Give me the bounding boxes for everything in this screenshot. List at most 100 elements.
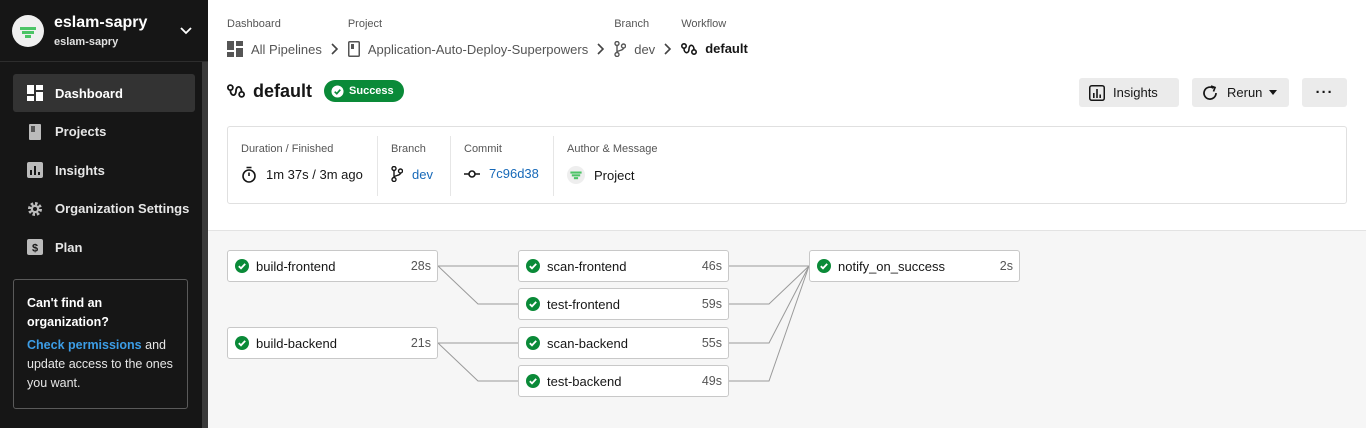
breadcrumb-project-label: Project — [347, 18, 383, 30]
check-circle-icon — [817, 259, 831, 273]
more-actions-button[interactable]: ··· — [1302, 78, 1347, 107]
sidebar-item-label: Projects — [55, 124, 107, 139]
job-build-backend[interactable]: build-backend 21s — [227, 327, 438, 359]
insights-icon — [27, 162, 43, 178]
projects-icon — [27, 123, 43, 140]
job-build-frontend[interactable]: build-frontend 28s — [227, 250, 438, 282]
duration-label: Duration / Finished — [241, 143, 334, 155]
main-content: Dashboard All Pipelines Project Applicat… — [208, 0, 1366, 428]
breadcrumb-workflow-value: default — [705, 41, 748, 56]
job-duration: 59s — [701, 297, 722, 311]
sidebar-nav: Dashboard Projects Insights Organization… — [0, 62, 208, 266]
workflow-summary: Duration / Finished 1m 37s / 3m ago Bran… — [227, 126, 1347, 204]
job-name: test-frontend — [547, 296, 620, 312]
breadcrumb-workflow: default — [681, 41, 748, 56]
gear-icon — [27, 201, 43, 217]
commit-link[interactable]: 7c96d38 — [489, 166, 539, 181]
dashboard-icon — [27, 85, 43, 101]
sidebar-item-label: Organization Settings — [55, 201, 190, 216]
job-notify-on-success[interactable]: notify_on_success 2s — [809, 250, 1020, 282]
job-name: test-backend — [547, 373, 622, 389]
breadcrumb-branch[interactable]: dev — [614, 41, 655, 57]
job-test-backend[interactable]: test-backend 49s — [518, 365, 729, 397]
duration-value: 1m 37s / 3m ago — [266, 167, 363, 182]
sidebar-item-plan[interactable]: $ Plan — [13, 228, 195, 266]
breadcrumb-branch-label: Branch — [614, 18, 650, 30]
job-duration: 55s — [701, 336, 722, 350]
org-help-title: Can't find an organization? — [27, 296, 109, 329]
author-label: Author & Message — [567, 143, 658, 155]
sidebar-item-label: Dashboard — [55, 85, 123, 101]
commit-icon — [464, 169, 480, 179]
branch-icon — [614, 41, 627, 57]
workflow-icon — [227, 83, 245, 99]
author-avatar — [567, 166, 585, 184]
branch-icon — [391, 166, 403, 182]
org-switcher[interactable]: eslam-sapry eslam-sapry — [0, 0, 208, 62]
sidebar-item-insights[interactable]: Insights — [13, 151, 195, 189]
job-duration: 2s — [999, 259, 1013, 273]
job-name: scan-frontend — [547, 258, 627, 274]
sidebar-item-organization-settings[interactable]: Organization Settings — [13, 190, 195, 228]
workflow-icon — [681, 42, 698, 56]
job-duration: 21s — [410, 336, 431, 350]
check-circle-icon — [526, 259, 540, 273]
dollar-icon: $ — [27, 239, 43, 255]
insights-button[interactable]: Insights — [1079, 78, 1179, 107]
job-duration: 28s — [410, 259, 431, 273]
page-title: default — [253, 80, 313, 101]
check-circle-icon — [526, 336, 540, 350]
job-name: notify_on_success — [838, 258, 945, 274]
breadcrumb: Dashboard All Pipelines Project Applicat… — [227, 18, 748, 57]
status-badge-label: Success — [349, 85, 394, 97]
chevron-right-icon — [597, 40, 605, 57]
rerun-button[interactable]: Rerun — [1192, 78, 1289, 107]
check-permissions-link[interactable]: Check permissions — [27, 338, 142, 352]
job-test-frontend[interactable]: test-frontend 59s — [518, 288, 729, 320]
rerun-button-label: Rerun — [1227, 85, 1263, 100]
org-username: eslam-sapry — [54, 35, 119, 48]
commit-label: Commit — [464, 143, 502, 155]
branch-field: Branch dev — [378, 136, 451, 196]
duration-field: Duration / Finished 1m 37s / 3m ago — [228, 136, 378, 196]
breadcrumb-workflow-label: Workflow — [681, 18, 727, 30]
sidebar-item-projects[interactable]: Projects — [13, 113, 195, 151]
commit-field: Commit 7c96d38 — [451, 136, 554, 196]
job-scan-frontend[interactable]: scan-frontend 46s — [518, 250, 729, 282]
more-icon: ··· — [1315, 84, 1334, 101]
dashboard-icon — [227, 41, 243, 57]
job-name: build-backend — [256, 335, 337, 351]
rerun-icon — [1201, 84, 1219, 102]
breadcrumb-all-pipelines-label: All Pipelines — [251, 41, 322, 57]
breadcrumb-dashboard-label: Dashboard — [227, 18, 281, 30]
check-circle-icon — [235, 259, 249, 273]
check-circle-icon — [331, 84, 344, 98]
breadcrumb-branch-value: dev — [634, 41, 656, 57]
chevron-right-icon — [664, 40, 672, 57]
chevron-right-icon — [331, 40, 339, 57]
sidebar-item-label: Insights — [55, 162, 105, 178]
breadcrumb-all-pipelines[interactable]: All Pipelines — [227, 41, 322, 57]
workflow-header: default Success — [227, 80, 404, 102]
check-circle-icon — [526, 374, 540, 388]
sidebar-item-dashboard[interactable]: Dashboard — [13, 74, 195, 112]
job-scan-backend[interactable]: scan-backend 55s — [518, 327, 729, 359]
author-field: Author & Message Project — [554, 136, 754, 196]
org-name: eslam-sapry — [54, 13, 148, 31]
project-icon — [347, 41, 360, 57]
insights-icon — [1089, 84, 1105, 101]
branch-link[interactable]: dev — [412, 167, 433, 182]
breadcrumb-project-value: Application-Auto-Deploy-Superpowers — [367, 41, 589, 57]
chevron-down-icon[interactable] — [178, 23, 194, 39]
svg-text:$: $ — [32, 243, 38, 255]
job-duration: 46s — [701, 259, 722, 273]
caret-down-icon — [1269, 90, 1278, 95]
org-logo-icon — [20, 26, 36, 38]
workflow-graph: build-frontend 28s build-backend 21s sca… — [208, 230, 1366, 428]
sidebar-item-label: Plan — [55, 239, 83, 255]
sidebar: eslam-sapry eslam-sapry Dashboard Projec… — [0, 0, 208, 428]
insights-button-label: Insights — [1113, 85, 1158, 100]
check-circle-icon — [526, 297, 540, 311]
breadcrumb-project[interactable]: Application-Auto-Deploy-Superpowers — [347, 41, 589, 57]
job-name: scan-backend — [547, 335, 628, 351]
